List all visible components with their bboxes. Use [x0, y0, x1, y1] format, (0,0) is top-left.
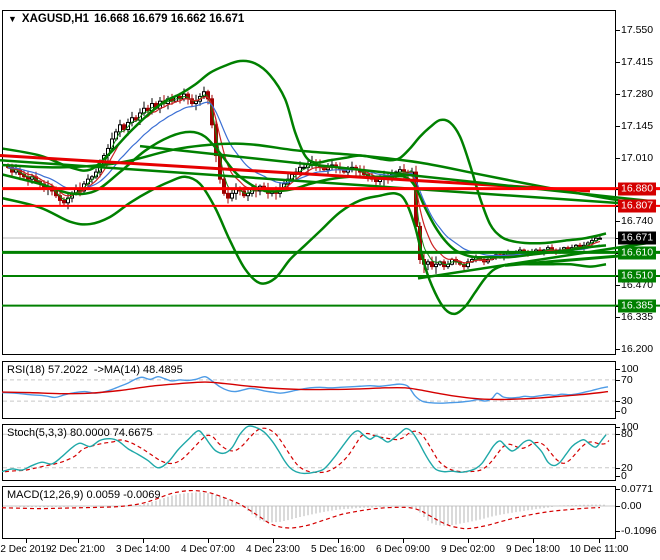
time-axis-label: 3 Dec 14:00 — [116, 544, 170, 555]
axis-tick — [616, 317, 620, 318]
axis-price-label: 16.200 — [621, 343, 653, 355]
axis-price-label: 0 — [621, 470, 627, 482]
axis-tick — [616, 369, 620, 370]
axis-price-label: 16.335 — [621, 311, 653, 323]
axis-price-label: 0.00 — [621, 500, 641, 512]
time-tick — [599, 539, 600, 543]
time-tick — [78, 539, 79, 543]
axis-tick — [616, 126, 620, 127]
time-tick — [403, 539, 404, 543]
time-axis-label: 6 Dec 09:00 — [376, 544, 430, 555]
axis-tick — [616, 30, 620, 31]
price-level-badge: 16.880 — [618, 183, 656, 196]
time-tick — [468, 539, 469, 543]
time-tick — [143, 539, 144, 543]
axis-tick — [616, 349, 620, 350]
axis-tick — [616, 476, 620, 477]
axis-tick — [616, 62, 620, 63]
axis-tick — [616, 401, 620, 402]
axis-tick — [616, 506, 620, 507]
time-tick — [26, 539, 27, 543]
axis-tick — [616, 468, 620, 469]
axis-price-label: 17.145 — [621, 120, 653, 132]
axis-price-label: 17.550 — [621, 24, 653, 36]
time-axis-label: 10 Dec 11:00 — [570, 544, 629, 555]
chart-canvas[interactable] — [0, 0, 660, 560]
time-tick — [338, 539, 339, 543]
axis-tick — [616, 427, 620, 428]
axis-tick — [616, 158, 620, 159]
time-tick — [208, 539, 209, 543]
price-level-badge: 16.610 — [618, 247, 656, 260]
axis-price-label: 17.010 — [621, 152, 653, 164]
axis-price-label: 16.740 — [621, 215, 653, 227]
axis-price-label: 70 — [621, 374, 633, 386]
axis-tick — [616, 94, 620, 95]
price-level-badge: 16.807 — [618, 200, 656, 213]
time-axis-label: 4 Dec 07:00 — [181, 544, 235, 555]
quote-ohlc: 16.668 16.679 16.662 16.671 — [94, 13, 244, 25]
chart-window: { "header": { "dropdown_icon": "▼", "sym… — [0, 0, 660, 560]
time-axis-label: 2 Dec 21:00 — [51, 544, 105, 555]
time-tick — [533, 539, 534, 543]
axis-tick — [616, 380, 620, 381]
stoch-indicator-label: Stoch(5,3,3) 80.0000 74.6675 — [7, 427, 153, 439]
price-level-badge: 16.510 — [618, 270, 656, 283]
axis-tick — [616, 489, 620, 490]
macd-indicator-label: MACD(12,26,9) 0.0059 -0.0069 — [7, 489, 160, 501]
axis-price-label: 0.0771 — [621, 483, 653, 495]
time-axis-label: 9 Dec 18:00 — [506, 544, 560, 555]
axis-price-label: 0 — [621, 405, 627, 417]
axis-price-label: 17.415 — [621, 56, 653, 68]
time-tick — [273, 539, 274, 543]
axis-tick — [616, 411, 620, 412]
time-axis-label: 2 Dec 2019 — [0, 544, 51, 555]
symbol-label: XAGUSD,H1 — [22, 13, 89, 25]
time-axis-label: 5 Dec 16:00 — [311, 544, 365, 555]
time-axis-label: 9 Dec 02:00 — [441, 544, 495, 555]
price-level-badge: 16.671 — [618, 232, 656, 245]
symbol-title: ▼ XAGUSD,H1 16.668 16.679 16.662 16.671 — [8, 13, 244, 25]
axis-tick — [616, 221, 620, 222]
axis-price-label: 17.280 — [621, 88, 653, 100]
axis-price-label: -0.1096 — [621, 525, 657, 537]
axis-price-label: 80 — [621, 428, 633, 440]
symbol-dropdown-icon[interactable]: ▼ — [8, 15, 17, 24]
axis-tick — [616, 531, 620, 532]
axis-tick — [616, 285, 620, 286]
rsi-indicator-label: RSI(18) 57.2022 ->MA(14) 48.4895 — [7, 364, 183, 376]
price-level-badge: 16.385 — [618, 300, 656, 313]
time-axis-label: 4 Dec 23:00 — [246, 544, 300, 555]
axis-tick — [616, 434, 620, 435]
